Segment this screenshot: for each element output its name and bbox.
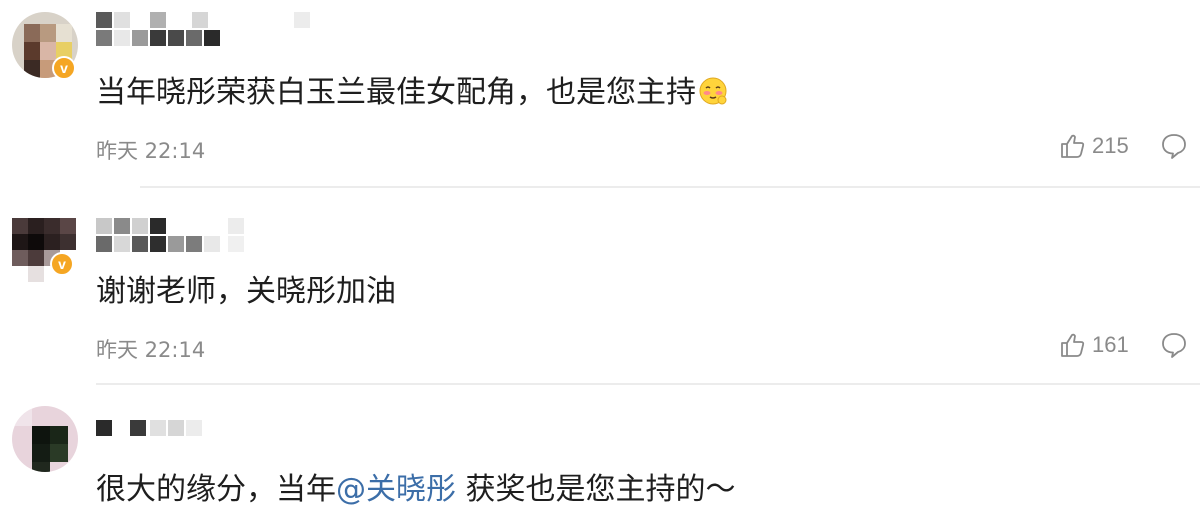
comment-divider <box>140 186 1200 188</box>
like-count: 215 <box>1092 133 1129 158</box>
like-button[interactable]: 161 <box>1060 330 1129 360</box>
comment-item: 很大的缘分，当年@关晓彤 获奖也是您主持的～ <box>0 390 1200 520</box>
comment-text-body: 当年晓彤荣获白玉兰最佳女配角，也是您主持 <box>96 75 696 110</box>
comment-timestamp: 昨天 22:14 <box>96 139 206 163</box>
comment-text-body: 获奖也是您主持的～ <box>456 472 736 507</box>
verified-badge-icon: v <box>50 252 74 276</box>
comment-item: v 谢谢老师，关晓彤加油 昨天 22:14 161 <box>0 190 1200 388</box>
thumbs-up-icon <box>1061 333 1085 357</box>
verified-badge-icon: v <box>52 56 76 80</box>
comment-divider <box>96 383 1200 385</box>
avatar[interactable] <box>12 406 78 472</box>
like-count: 161 <box>1092 332 1129 357</box>
comment-text: 谢谢老师，关晓彤加油 <box>96 274 396 309</box>
comment-text: 当年晓彤荣获白玉兰最佳女配角，也是您主持 <box>96 73 728 113</box>
blushing-face-emoji <box>698 76 728 106</box>
comment-text-body: 很大的缘分，当年 <box>96 472 336 507</box>
speech-bubble-icon[interactable] <box>1160 132 1188 164</box>
comment-timestamp: 昨天 22:14 <box>96 338 206 362</box>
like-button[interactable]: 215 <box>1060 131 1129 161</box>
comment-text: 很大的缘分，当年@关晓彤 获奖也是您主持的～ <box>96 470 736 510</box>
comment-item: v 当年晓彤荣获白玉兰最佳女配角，也是您主持 昨天 22:14 215 <box>0 0 1200 190</box>
thumbs-up-icon <box>1061 134 1085 158</box>
user-mention-link[interactable]: @关晓彤 <box>336 472 456 507</box>
speech-bubble-icon[interactable] <box>1160 331 1188 363</box>
